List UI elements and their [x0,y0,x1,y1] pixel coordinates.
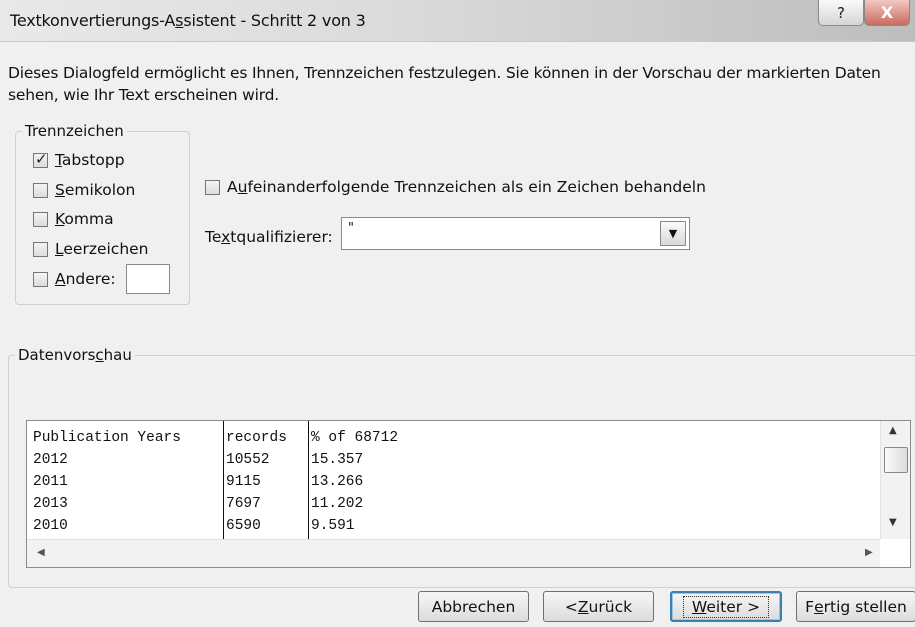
vertical-scroll-thumb[interactable] [884,447,908,473]
checkbox-tab[interactable]: ✓ Tabstopp [33,149,125,169]
data-preview-pane[interactable]: Publication Years 2012 2011 2013 2010 re… [26,420,911,568]
preview-cell: 7697 [226,496,261,512]
finish-button[interactable]: Fe rtig stellen [796,591,915,622]
checkmark-icon: ✓ [35,149,48,168]
back-button[interactable]: < Zurück [543,591,654,622]
checkbox-semicolon-box[interactable] [33,182,48,198]
checkbox-comma-label: Komma [55,210,114,228]
preview-column-3[interactable]: % of 68712 15.357 13.266 11.202 9.591 [308,421,508,539]
description-text: Dieses Dialogfeld ermöglicht es Ihnen, T… [8,64,881,104]
preview-cell: 10552 [226,452,270,468]
checkbox-consecutive-label: Aufeinanderfolgende Trennzeichen als ein… [227,178,706,196]
dropdown-arrow-icon[interactable]: ▼ [660,221,686,246]
other-delimiter-input[interactable] [125,264,170,294]
checkbox-semicolon[interactable]: Semikolon [33,181,135,199]
vertical-scrollbar[interactable]: ▲ ▼ [880,421,910,539]
preview-cell: 2013 [33,496,68,512]
text-import-wizard-dialog: Textkonvertierungs-Assistent - Schritt 2… [0,0,915,627]
preview-cell: % of 68712 [311,430,399,446]
close-icon: X [880,3,894,22]
preview-cell: 11.202 [311,496,364,512]
preview-cell: 6590 [226,518,261,534]
horizontal-scrollbar[interactable]: ◀ ▶ [27,539,880,567]
close-button[interactable]: X [864,0,910,26]
checkbox-consecutive-box[interactable] [205,179,220,195]
scroll-up-icon[interactable]: ▲ [889,425,897,436]
checkbox-other[interactable]: Andere: [33,264,170,294]
checkbox-tab-label: Tabstopp [55,151,125,169]
preview-cell: 2011 [33,474,68,490]
data-preview-legend: Datenvorschau [18,346,132,364]
checkbox-space-box[interactable] [33,241,48,257]
checkbox-space[interactable]: Leerzeichen [33,240,149,258]
checkbox-tab-box[interactable]: ✓ [33,149,48,168]
next-button[interactable]: Weiter > [670,591,782,622]
scroll-left-icon[interactable]: ◀ [37,547,45,558]
preview-cell: 13.266 [311,474,364,490]
checkbox-comma-box[interactable] [33,211,48,227]
checkbox-consecutive-delimiters[interactable]: Aufeinanderfolgende Trennzeichen als ein… [205,178,706,196]
help-icon: ? [837,3,845,22]
title-bar: Textkonvertierungs-Assistent - Schritt 2… [0,0,915,42]
preview-cell: records [226,430,287,446]
preview-column-1[interactable]: Publication Years 2012 2011 2013 2010 [33,421,223,539]
cancel-button[interactable]: Abbrechen [418,591,529,622]
help-button[interactable]: ? [818,0,864,26]
text-qualifier-select[interactable]: " ▼ [341,217,690,250]
checkbox-comma[interactable]: Komma [33,210,114,228]
preview-cell: Publication Years [33,430,181,446]
checkbox-semicolon-label: Semikolon [55,181,136,199]
checkbox-space-label: Leerzeichen [55,240,149,258]
preview-cell: 9115 [226,474,261,490]
preview-grid: Publication Years 2012 2011 2013 2010 re… [27,421,877,539]
checkbox-other-label: Andere: [55,270,116,288]
preview-cell: 9.591 [311,518,355,534]
text-qualifier-label: Textqualifizierer: [205,228,333,246]
scroll-down-icon[interactable]: ▼ [889,517,897,528]
preview-cell: 2010 [33,518,68,534]
window-title: Textkonvertierungs-Assistent - Schritt 2… [10,11,366,30]
next-button-label: Weiter > [682,595,770,618]
checkbox-other-box[interactable] [33,271,48,287]
text-qualifier-value: " [348,221,354,236]
scroll-right-icon[interactable]: ▶ [865,547,873,558]
preview-column-2[interactable]: records 10552 9115 7697 6590 [223,421,308,539]
delimiters-legend: Trennzeichen [25,122,124,140]
preview-cell: 2012 [33,452,68,468]
preview-cell: 15.357 [311,452,364,468]
